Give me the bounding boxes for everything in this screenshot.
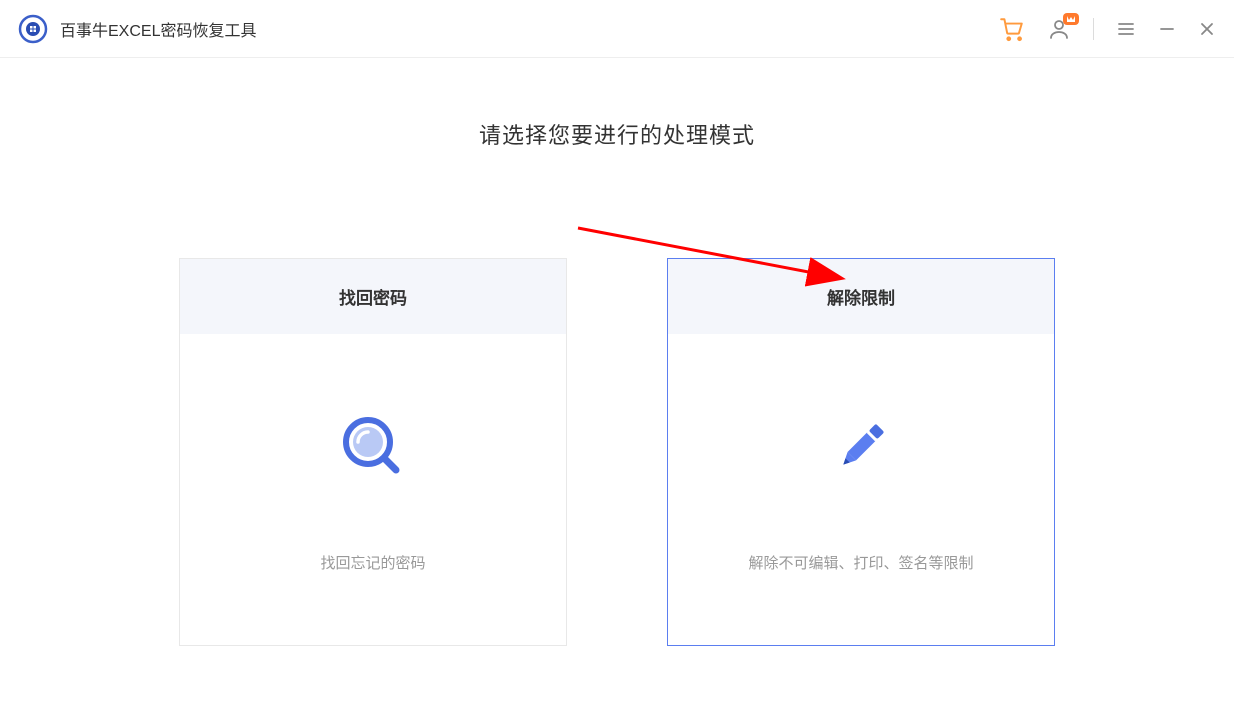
recover-card-body: 找回忘记的密码: [180, 334, 566, 645]
recover-card-desc: 找回忘记的密码: [320, 552, 425, 573]
cart-icon: [999, 16, 1025, 42]
unlock-card-body: 解除不可编辑、打印、签名等限制: [668, 334, 1054, 645]
recover-password-card[interactable]: 找回密码 找回忘记的密码: [179, 258, 567, 646]
titlebar-divider: [1093, 18, 1094, 40]
remove-restriction-card[interactable]: 解除限制 解除不可编辑、打印、签名等限制: [667, 258, 1055, 646]
unlock-card-title: 解除限制: [668, 259, 1054, 334]
titlebar: 百事牛EXCEL密码恢复工具: [0, 0, 1234, 58]
titlebar-right: [999, 16, 1216, 42]
app-logo-icon: [18, 14, 48, 44]
main-content: 请选择您要进行的处理模式 找回密码 找回忘记的密码 解除限制: [0, 58, 1234, 646]
titlebar-left: 百事牛EXCEL密码恢复工具: [18, 14, 256, 44]
page-heading: 请选择您要进行的处理模式: [0, 118, 1234, 150]
unlock-card-desc: 解除不可编辑、打印、签名等限制: [748, 552, 973, 573]
minimize-icon: [1158, 20, 1176, 38]
menu-icon: [1116, 19, 1136, 39]
pencil-icon: [826, 412, 896, 482]
magnifier-icon: [338, 412, 408, 482]
mode-cards: 找回密码 找回忘记的密码 解除限制: [0, 258, 1234, 646]
minimize-button[interactable]: [1158, 20, 1176, 38]
close-button[interactable]: [1198, 20, 1216, 38]
vip-badge-icon: [1063, 13, 1079, 25]
recover-card-title: 找回密码: [180, 259, 566, 334]
menu-button[interactable]: [1116, 19, 1136, 39]
app-title: 百事牛EXCEL密码恢复工具: [60, 17, 256, 41]
close-icon: [1198, 20, 1216, 38]
cart-button[interactable]: [999, 16, 1025, 42]
user-button[interactable]: [1047, 17, 1071, 41]
